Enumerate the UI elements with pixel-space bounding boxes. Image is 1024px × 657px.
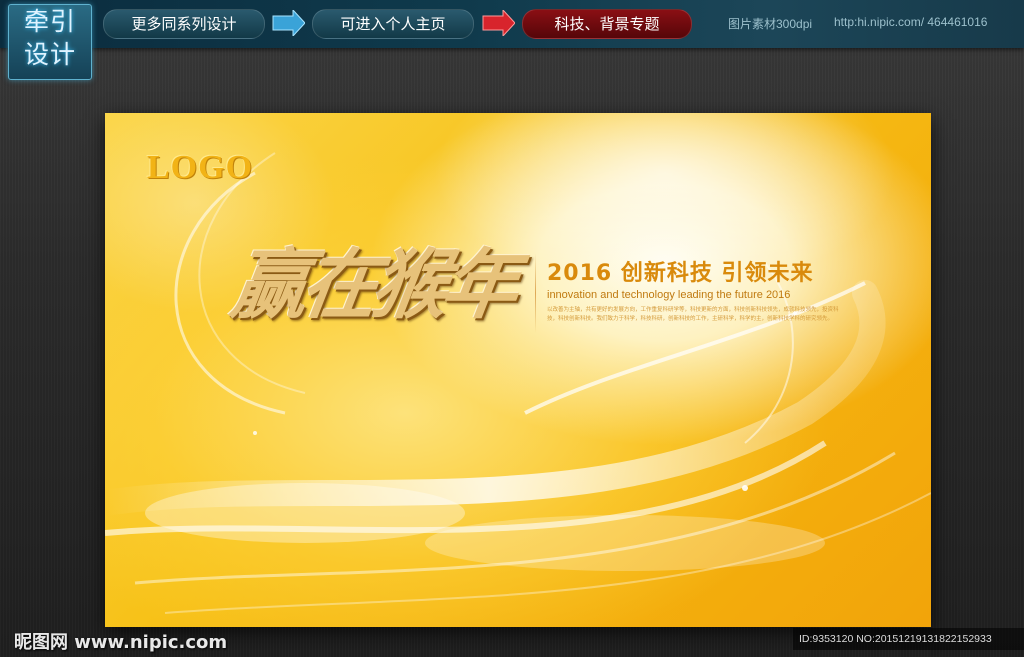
dpi-info: 图片素材300dpi [728, 17, 813, 31]
arrow-right-icon [272, 10, 305, 36]
title-divider [535, 253, 536, 333]
logo-line2: 设计 [23, 40, 76, 69]
logo-line1: 牵引 [23, 7, 76, 36]
english-subline: innovation and technology leading the fu… [547, 289, 791, 301]
headline: 2016 创新科技 引领未来 [547, 261, 814, 286]
main-title: 赢在猴年 [225, 240, 519, 329]
body-text: 以改善为主轴，共有更好的发展方向，工作重复科研学等，科技更新的方面，科技创新科技… [547, 307, 839, 322]
designer-logo[interactable]: 牵引 设计 [8, 4, 92, 80]
author-url[interactable]: http:hi.nipic.com/ 464461016 [834, 15, 987, 29]
logo-placeholder: LOGO [147, 149, 254, 186]
light-swirl-graphic [105, 113, 931, 614]
personal-homepage-button[interactable]: 可进入个人主页 [312, 9, 474, 39]
more-series-button[interactable]: 更多同系列设计 [103, 9, 265, 39]
arrow-right-icon [482, 10, 515, 36]
tech-topic-button[interactable]: 科技、背景专题 [522, 9, 692, 39]
image-id-strip: ID:9353120 NO:20151219131822152933 [793, 628, 1024, 650]
site-watermark: 昵图网 www.nipic.com [14, 632, 228, 653]
poster-canvas: LOGO 赢在猴年 2016 创新科技 引领未来 innovation and … [105, 113, 931, 627]
top-banner: 更多同系列设计 可进入个人主页 科技、背景专题 图片素材300dpi http:… [0, 0, 1024, 48]
